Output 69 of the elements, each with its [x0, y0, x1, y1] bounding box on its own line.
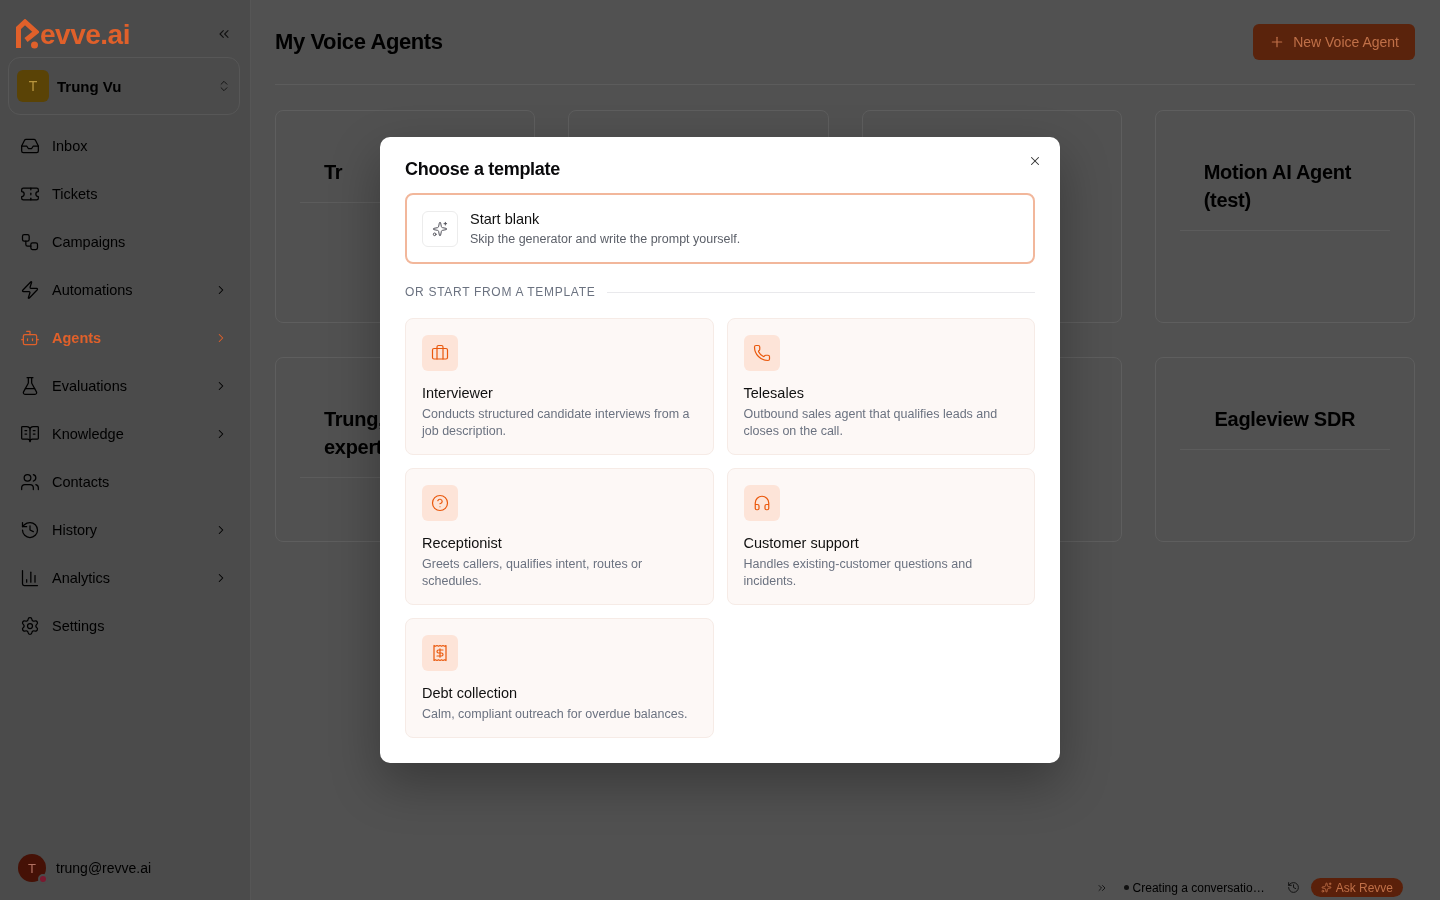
- people-icon: [20, 472, 40, 492]
- robot-icon: [20, 328, 40, 348]
- agent-card[interactable]: Eagleview SDR: [1154, 357, 1415, 542]
- nav-item[interactable]: Inbox: [8, 122, 240, 170]
- template-title: Debt collection: [422, 684, 519, 703]
- receipt-icon: [422, 635, 458, 671]
- template-card[interactable]: Customer support Handles existing-customer questions and incidents.: [726, 468, 1035, 605]
- open-book-icon: [20, 424, 40, 444]
- bar-chart-icon: [20, 568, 40, 588]
- agent-card-title: Motion AI Agent (test): [1203, 160, 1353, 213]
- new-agent-button[interactable]: New Voice Agent: [1253, 24, 1415, 60]
- ask-revve-button[interactable]: Ask Revve: [1310, 878, 1403, 897]
- page-title: My Voice Agents: [275, 29, 443, 55]
- sparkle-icon: [1320, 882, 1332, 893]
- dialog-title: Choose a template: [405, 158, 561, 180]
- nav-item[interactable]: Agents: [8, 314, 240, 362]
- workspace-avatar: T: [17, 70, 49, 102]
- template-description: Calm, compliant outreach for overdue balances.: [422, 706, 689, 723]
- start-blank-description: Skip the generator and write the prompt yourself.: [470, 231, 741, 248]
- user-avatar[interactable]: T: [18, 854, 46, 882]
- nav-item[interactable]: History: [8, 506, 240, 554]
- nav-item[interactable]: Analytics: [8, 554, 240, 602]
- agent-card-title: Tr: [324, 160, 343, 185]
- nav-item[interactable]: Automations: [8, 266, 240, 314]
- agent-card[interactable]: Motion AI Agent (test): [1154, 110, 1415, 323]
- workspace-switcher[interactable]: T Trung Vu: [8, 57, 240, 115]
- template-description: Outbound sales agent that qualifies leads and closes on the call.: [743, 406, 999, 440]
- template-title: Interviewer: [422, 384, 494, 403]
- nav-item[interactable]: Evaluations: [8, 362, 240, 410]
- status-dot-icon: [38, 874, 48, 884]
- tray-icon: [20, 136, 40, 156]
- template-card[interactable]: Debt collection Calm, compliant outreach for overdue balances.: [405, 618, 714, 738]
- template-card[interactable]: Receptionist Greets callers, qualifies intent, routes or schedules.: [405, 468, 714, 605]
- logo-mark-icon: [15, 19, 39, 49]
- template-title: Telesales: [743, 384, 805, 403]
- question-icon: [422, 485, 458, 521]
- template-description: Conducts structured candidate interviews from a job description.: [422, 406, 691, 440]
- agent-card-title: Trung,: [324, 407, 384, 432]
- template-description: Handles existing-customer questions and incidents.: [743, 556, 974, 590]
- nav-item[interactable]: Tickets: [8, 170, 240, 218]
- template-title: Customer support: [743, 534, 860, 553]
- history-icon: [20, 520, 40, 540]
- flask-icon: [20, 376, 40, 396]
- user-email: trung@revve.ai: [56, 860, 152, 876]
- lightning-icon: [20, 280, 40, 300]
- start-blank-card[interactable]: Start blank Skip the generator and write the prompt yourself.: [405, 193, 1035, 264]
- phone-icon: [743, 335, 780, 371]
- template-card[interactable]: Interviewer Conducts structured candidate interviews from a job description.: [405, 318, 714, 455]
- connected-squares-icon: [20, 232, 40, 252]
- headphones-icon: [743, 485, 780, 521]
- template-description: Greets callers, qualifies intent, routes or schedules.: [422, 556, 644, 590]
- briefcase-icon: [422, 335, 458, 371]
- agent-card-title: expert: [324, 435, 383, 460]
- agent-card-title: Eagleview SDR: [1214, 407, 1356, 432]
- history-icon[interactable]: [1286, 881, 1300, 894]
- template-card[interactable]: Telesales Outbound sales agent that qualifies leads and closes on the call.: [726, 318, 1035, 455]
- start-blank-title: Start blank: [470, 210, 541, 229]
- nav-item[interactable]: Settings: [8, 602, 240, 650]
- nav-item[interactable]: Campaigns: [8, 218, 240, 266]
- section-label: OR START FROM A TEMPLATE: [405, 285, 596, 299]
- close-icon[interactable]: [1028, 154, 1042, 168]
- settings-icon: [20, 616, 40, 636]
- nav-item[interactable]: Contacts: [8, 458, 240, 506]
- nav-item[interactable]: Knowledge: [8, 410, 240, 458]
- status-dot-icon: [1123, 885, 1129, 890]
- status-text: Creating a conversatio…: [1132, 880, 1265, 895]
- sparkle-icon: [422, 210, 458, 247]
- template-title: Receptionist: [422, 534, 503, 553]
- logo-text: evve.ai: [40, 21, 130, 49]
